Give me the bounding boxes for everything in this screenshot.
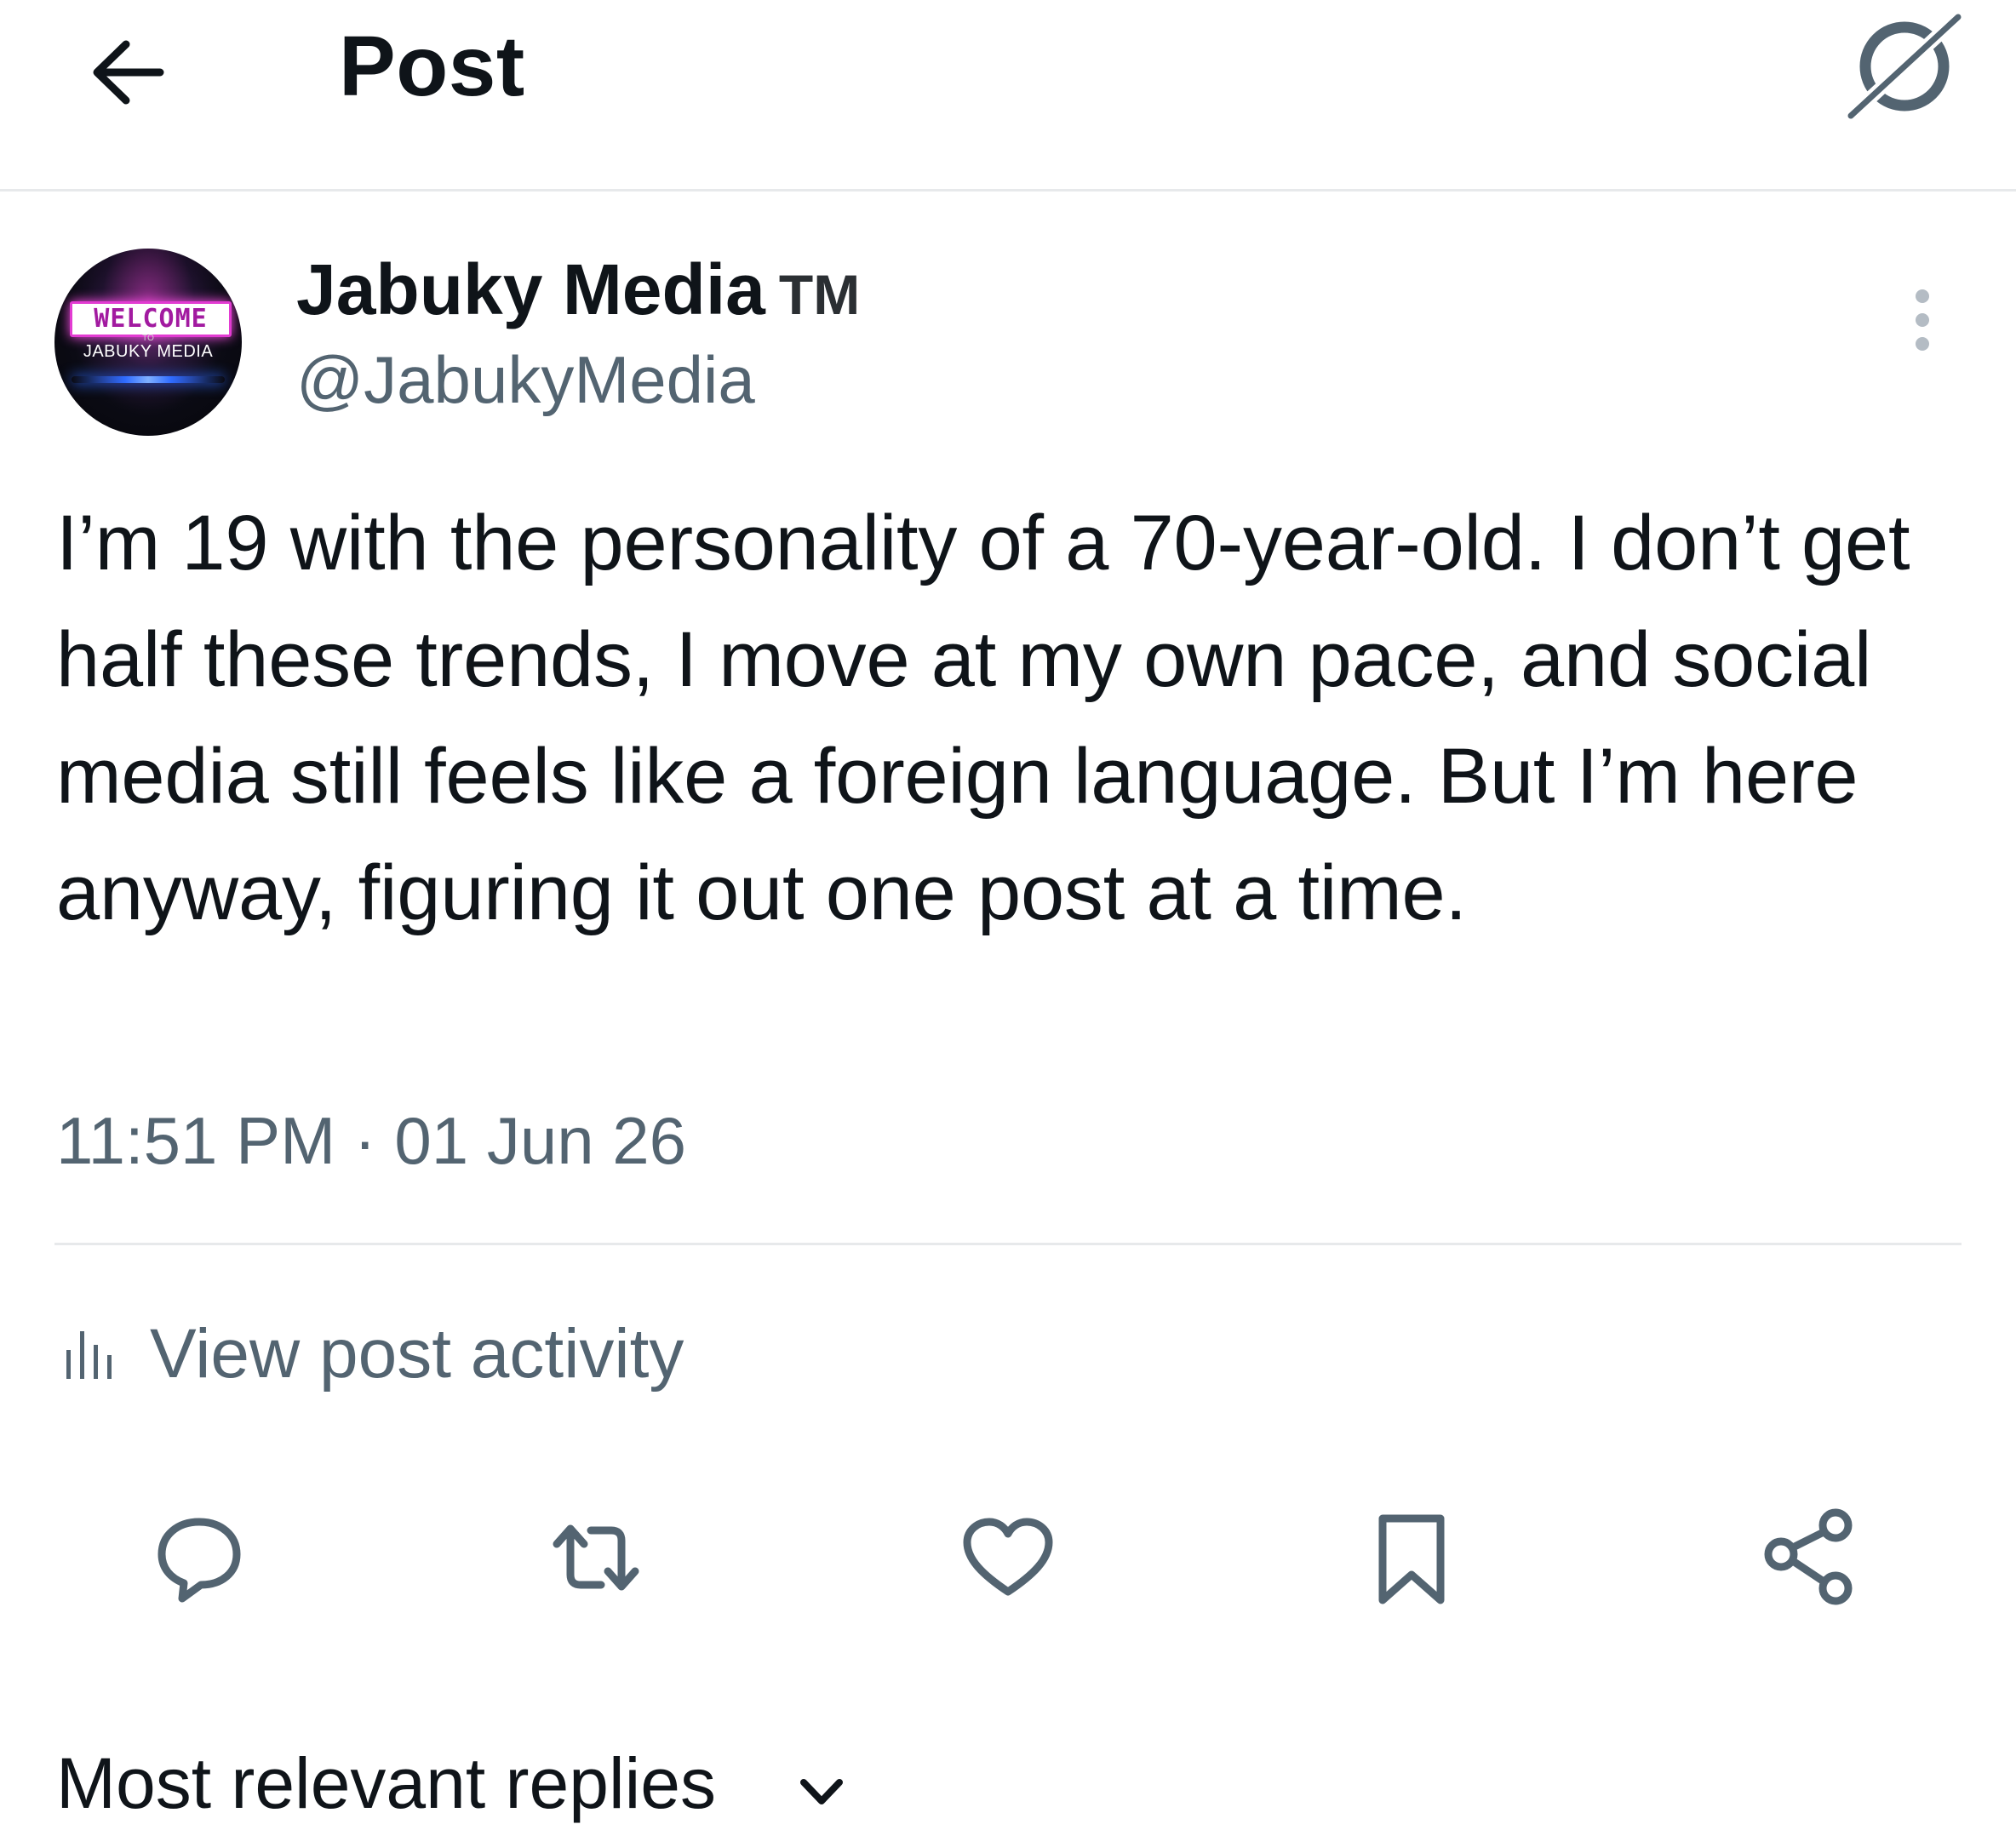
post-timestamp: 11:51 PM · 01 Jun 26	[56, 1103, 687, 1178]
grok-icon[interactable]	[1841, 9, 1968, 124]
bookmark-icon[interactable]	[1360, 1507, 1463, 1609]
heart-icon[interactable]	[957, 1507, 1059, 1609]
avatar-light-beam	[72, 376, 225, 383]
author-badge: TM	[778, 263, 861, 326]
avatar-welcome-text: WELCOME	[70, 301, 232, 337]
back-arrow-icon[interactable]	[82, 26, 175, 119]
author-handle[interactable]: @JabukyMedia	[296, 337, 755, 422]
page-title: Post	[339, 19, 525, 114]
replies-sort-dropdown[interactable]: Most relevant replies	[56, 1736, 716, 1830]
repost-icon[interactable]	[545, 1507, 647, 1609]
post-text: I’m 19 with the personality of a 70-year…	[56, 500, 1910, 936]
more-options-icon[interactable]	[1897, 281, 1948, 366]
share-icon[interactable]	[1761, 1507, 1863, 1609]
avatar-brand-text: JABUKY MEDIA	[83, 342, 214, 361]
reply-icon[interactable]	[148, 1507, 250, 1609]
header-divider	[0, 189, 2016, 192]
body-divider	[54, 1243, 1962, 1245]
avatar[interactable]: WELCOME TO JABUKY MEDIA	[54, 249, 242, 436]
author-name-text: Jabuky Media	[296, 249, 765, 329]
chevron-down-icon[interactable]	[792, 1762, 851, 1821]
bar-chart-icon[interactable]	[61, 1324, 121, 1384]
view-post-activity-link[interactable]: View post activity	[150, 1309, 684, 1399]
author-display-name[interactable]: Jabuky Media TM	[296, 247, 860, 337]
